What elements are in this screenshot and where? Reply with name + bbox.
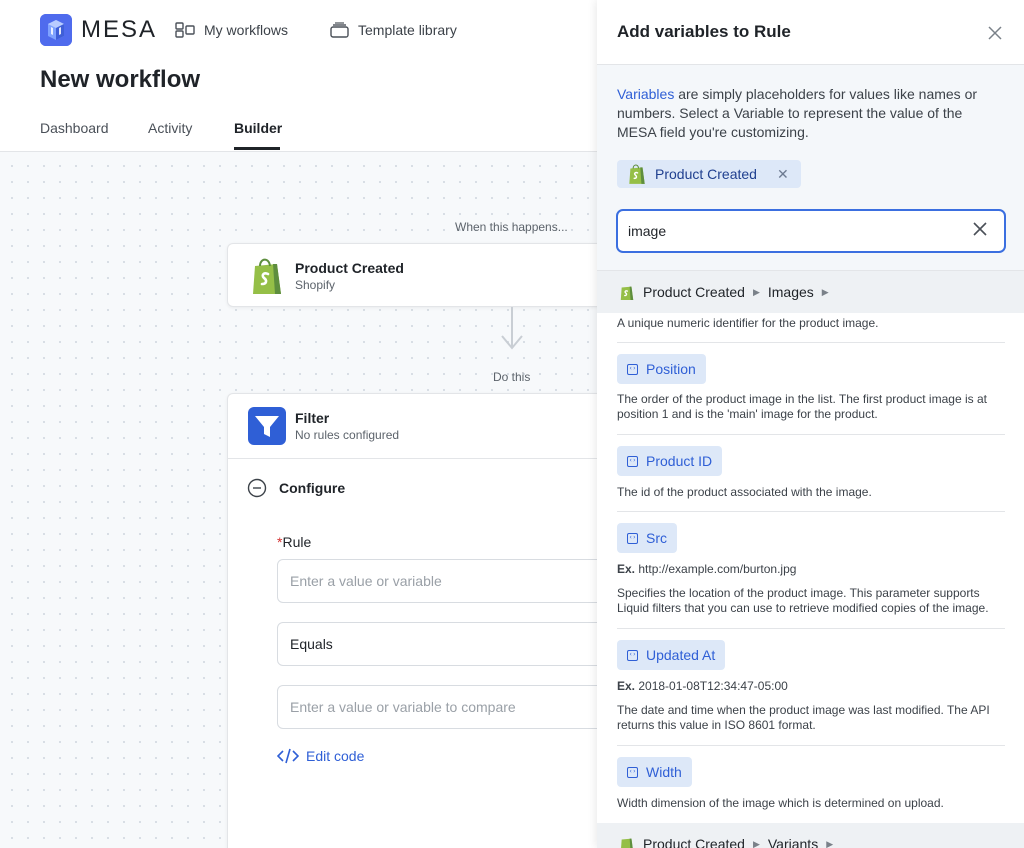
edit-code-link[interactable]: Edit code (277, 748, 364, 764)
section-group: Variants (767, 836, 819, 848)
variable-search-input[interactable]: image (616, 209, 1006, 253)
variables-panel: Add variables to Rule Variables are simp… (597, 0, 1024, 848)
card-divider (228, 458, 608, 459)
configure-toggle[interactable]: Configure (247, 478, 345, 498)
brand-name: MESA (81, 16, 158, 43)
tab-activity[interactable]: Activity (148, 120, 192, 136)
variable-label: Position (646, 361, 696, 377)
variable-description: Specifies the location of the product im… (617, 586, 989, 615)
variable-description: The date and time when the product image… (617, 703, 990, 732)
shopify-icon (253, 258, 281, 294)
configure-label: Configure (279, 480, 346, 496)
variable-label: Src (646, 530, 667, 546)
template-library-icon (330, 22, 349, 38)
tab-builder[interactable]: Builder (234, 120, 282, 136)
divider (617, 745, 1005, 746)
variables-link[interactable]: Variables (617, 86, 674, 102)
variable-code-icon: ‹› (627, 363, 638, 375)
expand-caret-icon: ▶ (821, 286, 829, 297)
panel-title: Add variables to Rule (617, 22, 791, 41)
rule-value-input[interactable]: Enter a value or variable (277, 559, 607, 603)
workflows-icon (175, 22, 195, 38)
variable-code-icon: ‹› (627, 532, 638, 544)
nav-my-workflows[interactable]: My workflows (175, 22, 288, 38)
panel-header: Add variables to Rule (597, 0, 1024, 65)
divider (617, 342, 1005, 343)
variable-product-id[interactable]: ‹› Product ID (617, 446, 723, 476)
nav-my-workflows-label: My workflows (204, 22, 289, 38)
remove-chip-icon[interactable]: ✕ (777, 166, 789, 183)
nav-template-library[interactable]: Template library (330, 22, 457, 38)
action-card[interactable]: Filter No rules configured (227, 393, 608, 848)
arrow-down-icon (501, 335, 523, 350)
divider (617, 434, 1005, 435)
variable-description: The order of the product image in the li… (617, 392, 987, 421)
edit-code-label: Edit code (306, 748, 365, 764)
selected-step-chip[interactable]: Product Created ✕ (617, 160, 801, 188)
selected-step-label: Product Created (655, 166, 757, 182)
panel-intro: Variables are simply placeholders for va… (617, 85, 1002, 142)
tab-dashboard[interactable]: Dashboard (40, 120, 109, 136)
filter-icon (248, 407, 286, 445)
variable-example: Ex. http://example.com/burton.jpg (617, 562, 796, 576)
trigger-card[interactable]: Product Created Shopify (227, 243, 607, 307)
variable-label: Updated At (646, 647, 716, 663)
clear-search-icon[interactable] (972, 221, 988, 237)
close-icon[interactable] (987, 25, 1003, 41)
trigger-title: Product Created (295, 260, 404, 276)
shopify-icon (620, 286, 634, 300)
variable-code-icon: ‹› (627, 766, 638, 778)
collapse-minus-icon (247, 478, 267, 498)
active-tab-indicator (234, 147, 280, 150)
breadcrumb-caret-icon: ▶ (752, 838, 760, 848)
shopify-icon (621, 838, 633, 848)
variable-code-icon: ‹› (627, 649, 638, 661)
variable-src[interactable]: ‹› Src (617, 523, 677, 553)
section-header-images[interactable]: Product Created ▶ Images ▶ (597, 271, 1024, 313)
section-group: Images (767, 284, 814, 300)
variable-description: Width dimension of the image which is de… (617, 796, 944, 810)
expand-caret-icon: ▶ (826, 838, 834, 848)
panel-intro-area: Variables are simply placeholders for va… (597, 65, 1024, 271)
variable-code-icon: ‹› (627, 455, 638, 467)
example-value: http://example.com/burton.jpg (638, 562, 797, 576)
rule-label: *Rule (277, 534, 311, 550)
variable-label: Product ID (646, 453, 713, 469)
variable-position[interactable]: ‹› Position (617, 354, 706, 384)
action-title: Filter (295, 410, 330, 426)
variable-description: The id of the product associated with th… (617, 485, 872, 499)
trigger-subtitle: Shopify (295, 278, 336, 292)
rule-label-text: Rule (282, 534, 312, 550)
mesa-logo-icon (40, 14, 72, 46)
shopify-icon (629, 164, 645, 184)
section-step: Product Created (643, 284, 745, 300)
variable-description: A unique numeric identifier for the prod… (617, 316, 879, 330)
divider (617, 511, 1005, 512)
example-prefix: Ex. (617, 562, 636, 576)
section-step: Product Created (643, 836, 745, 848)
page-title: New workflow (40, 66, 201, 93)
variable-width[interactable]: ‹› Width (617, 757, 692, 787)
nav-template-library-label: Template library (358, 22, 457, 38)
action-hint: Do this (493, 370, 531, 384)
variable-updated-at[interactable]: ‹› Updated At (617, 640, 726, 670)
section-header-variants[interactable]: Product Created ▶ Variants ▶ (597, 823, 1024, 848)
code-icon (277, 748, 299, 764)
trigger-hint: When this happens... (455, 220, 568, 234)
divider (617, 628, 1005, 629)
action-subtitle: No rules configured (295, 428, 400, 442)
example-prefix: Ex. (617, 679, 636, 693)
rule-compare-input[interactable]: Enter a value or variable to compare (277, 685, 607, 729)
variable-example: Ex. 2018-01-08T12:34:47-05:00 (617, 679, 788, 693)
breadcrumb-caret-icon: ▶ (752, 286, 760, 297)
rule-operator-select[interactable]: Equals (277, 622, 607, 666)
variable-label: Width (646, 764, 682, 780)
example-value: 2018-01-08T12:34:47-05:00 (638, 679, 788, 693)
brand[interactable]: MESA (40, 14, 157, 46)
